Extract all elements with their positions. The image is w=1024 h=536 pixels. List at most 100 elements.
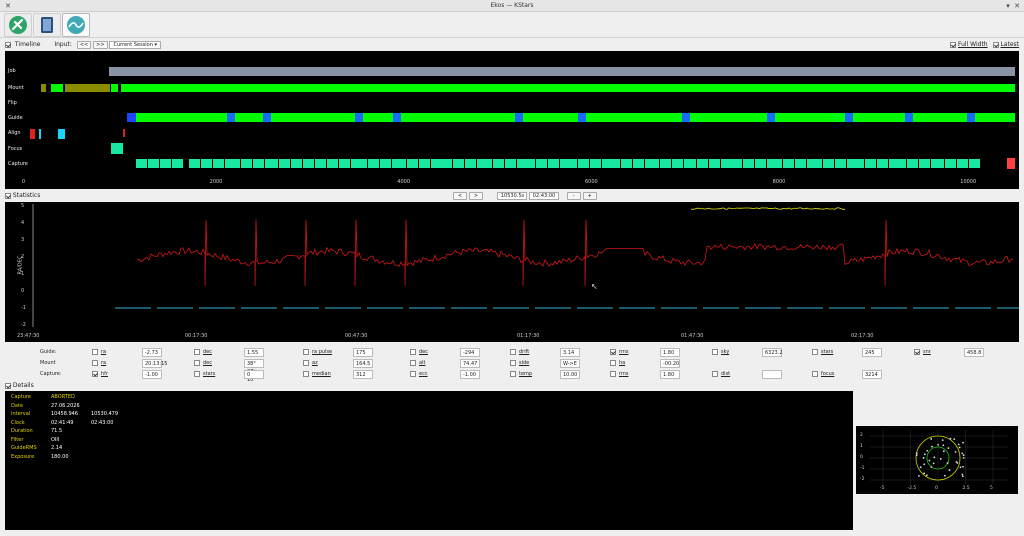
stats-checkbox[interactable]	[303, 360, 309, 366]
scatter-y-tick: 0	[860, 455, 863, 460]
stats-checkbox[interactable]	[510, 349, 516, 355]
stats-checkbox[interactable]	[194, 371, 200, 377]
stats-checkbox[interactable]	[610, 349, 616, 355]
timeline-panel[interactable]: Job Mount Flip Guide Align Focus Capture 0 2000…	[5, 51, 1019, 189]
stats-value-field[interactable]: 1.80	[660, 348, 680, 357]
stats-item-label: dec	[203, 360, 212, 366]
stats-checkbox[interactable]	[194, 349, 200, 355]
capture-bar	[465, 159, 476, 168]
hfr-segment	[661, 307, 697, 309]
capture-bar	[315, 159, 326, 168]
stats-checkbox[interactable]	[610, 371, 616, 377]
stats-y-tick: 1	[21, 271, 25, 277]
stats-value-field[interactable]: 3214	[862, 370, 882, 379]
details-value-2: 10530.479	[91, 411, 119, 417]
capture-aborted-bar	[1007, 158, 1015, 169]
stats-value-field[interactable]: 458.8	[964, 348, 984, 357]
stats-value-field[interactable]: 74.47	[460, 359, 480, 368]
stats-checkbox[interactable]	[410, 349, 416, 355]
stats-next-button[interactable]: >	[468, 191, 483, 200]
stats-checkbox[interactable]	[303, 371, 309, 377]
stats-value-field[interactable]: 10.00	[560, 370, 580, 379]
mount-bar	[51, 84, 63, 92]
stats-prev-button[interactable]: <	[453, 191, 467, 200]
statistics-panel[interactable]: RA/DEC 5 4 3 2 1 0 -1 -2 23:47:30 00:17:30 00:47:…	[5, 202, 1019, 342]
capture-bar	[241, 159, 252, 168]
session-combo[interactable]: Current Session ▾	[109, 40, 162, 49]
zoom-in-button[interactable]: +	[582, 191, 597, 200]
stats-checkbox[interactable]	[510, 371, 516, 377]
stats-checkbox[interactable]	[610, 360, 616, 366]
zoom-out-button[interactable]: -	[566, 191, 581, 200]
manager-tab[interactable]	[33, 13, 61, 37]
stats-checkbox[interactable]	[914, 349, 920, 355]
stats-value-field[interactable]: 1.80	[660, 370, 680, 379]
next-session-button[interactable]: >>	[93, 40, 108, 49]
stats-value-field[interactable]: 164.5	[353, 359, 373, 368]
stats-clock-field[interactable]: 02:43:00	[528, 191, 559, 200]
stats-value-field[interactable]: 312	[353, 370, 373, 379]
stats-value-field[interactable]: 6323.2	[762, 348, 783, 357]
snr-line	[690, 207, 845, 210]
stats-value-field[interactable]: W->E	[560, 359, 580, 368]
full-width-checkbox[interactable]	[950, 41, 957, 48]
stats-item-label: focus	[821, 371, 835, 377]
stats-value-field[interactable]: 20:13:15	[142, 359, 167, 368]
hfr-segment	[913, 307, 949, 309]
latest-checkbox[interactable]	[992, 41, 999, 48]
stats-value-field[interactable]	[762, 370, 782, 379]
stats-value-field[interactable]: 175	[353, 348, 373, 357]
stats-checkbox[interactable]	[410, 360, 416, 366]
capture-bar	[524, 159, 535, 168]
stats-checkbox[interactable]	[92, 371, 98, 377]
stats-value-field[interactable]: 1.55	[244, 348, 264, 357]
hfr-segment	[241, 307, 277, 309]
stats-value-field[interactable]: -1.00	[142, 370, 162, 379]
hfr-segment	[283, 307, 319, 309]
stats-value-field[interactable]: 0	[244, 370, 264, 379]
stats-value-field[interactable]: 3.14	[560, 348, 580, 357]
analyze-icon	[67, 16, 85, 34]
app-menu-icon[interactable]: ✕	[4, 2, 12, 10]
capture-bar	[795, 159, 806, 168]
stats-value-field[interactable]: 38° 27' 10"	[244, 359, 264, 383]
guide-point	[953, 438, 956, 440]
stats-time-field[interactable]: 10530.5s	[496, 191, 527, 200]
stats-value-field[interactable]: -2.73	[142, 348, 162, 357]
stats-value-field[interactable]: -00:20	[660, 359, 680, 368]
stats-y-tick: 2	[21, 254, 25, 260]
stats-value-field[interactable]: 245	[862, 348, 882, 357]
timeline-checkbox[interactable]	[5, 41, 11, 48]
timeline-tick-label: 6000	[584, 179, 598, 185]
stats-item-label: rms	[619, 371, 629, 377]
analyze-tab[interactable]	[62, 13, 90, 37]
stats-checkbox[interactable]	[510, 360, 516, 366]
stats-checkbox[interactable]	[410, 371, 416, 377]
stats-checkbox[interactable]	[712, 349, 718, 355]
timeline-chart	[30, 67, 1015, 169]
stats-checkbox[interactable]	[92, 360, 98, 366]
setup-tab[interactable]	[4, 13, 32, 37]
stats-item-label: stars	[203, 371, 216, 377]
statistics-checkbox[interactable]	[5, 192, 11, 199]
stats-checkbox[interactable]	[194, 360, 200, 366]
stats-checkbox[interactable]	[812, 371, 818, 377]
stats-checkbox[interactable]	[303, 349, 309, 355]
close-icon[interactable]: ✕	[1013, 2, 1021, 10]
prev-session-button[interactable]: <<	[76, 40, 92, 49]
minimize-icon[interactable]: ▾	[1004, 2, 1012, 10]
details-checkbox[interactable]	[5, 382, 11, 389]
stats-value-field[interactable]: -294	[460, 348, 480, 357]
capture-bar	[685, 159, 696, 168]
stats-row: Guide: ra -2.73 dec 1.55 ra pulse 175 dec -294 dr…	[0, 347, 1024, 358]
capture-bar	[731, 159, 742, 168]
stats-checkbox[interactable]	[712, 371, 718, 377]
guide-point	[923, 472, 926, 475]
hfr-segment	[157, 307, 193, 309]
capture-bar	[907, 159, 918, 168]
stats-value-field[interactable]: -1.00	[460, 370, 480, 379]
guide-point	[923, 453, 926, 456]
stats-checkbox[interactable]	[812, 349, 818, 355]
guide-rms-line	[136, 219, 1014, 286]
stats-checkbox[interactable]	[92, 349, 98, 355]
